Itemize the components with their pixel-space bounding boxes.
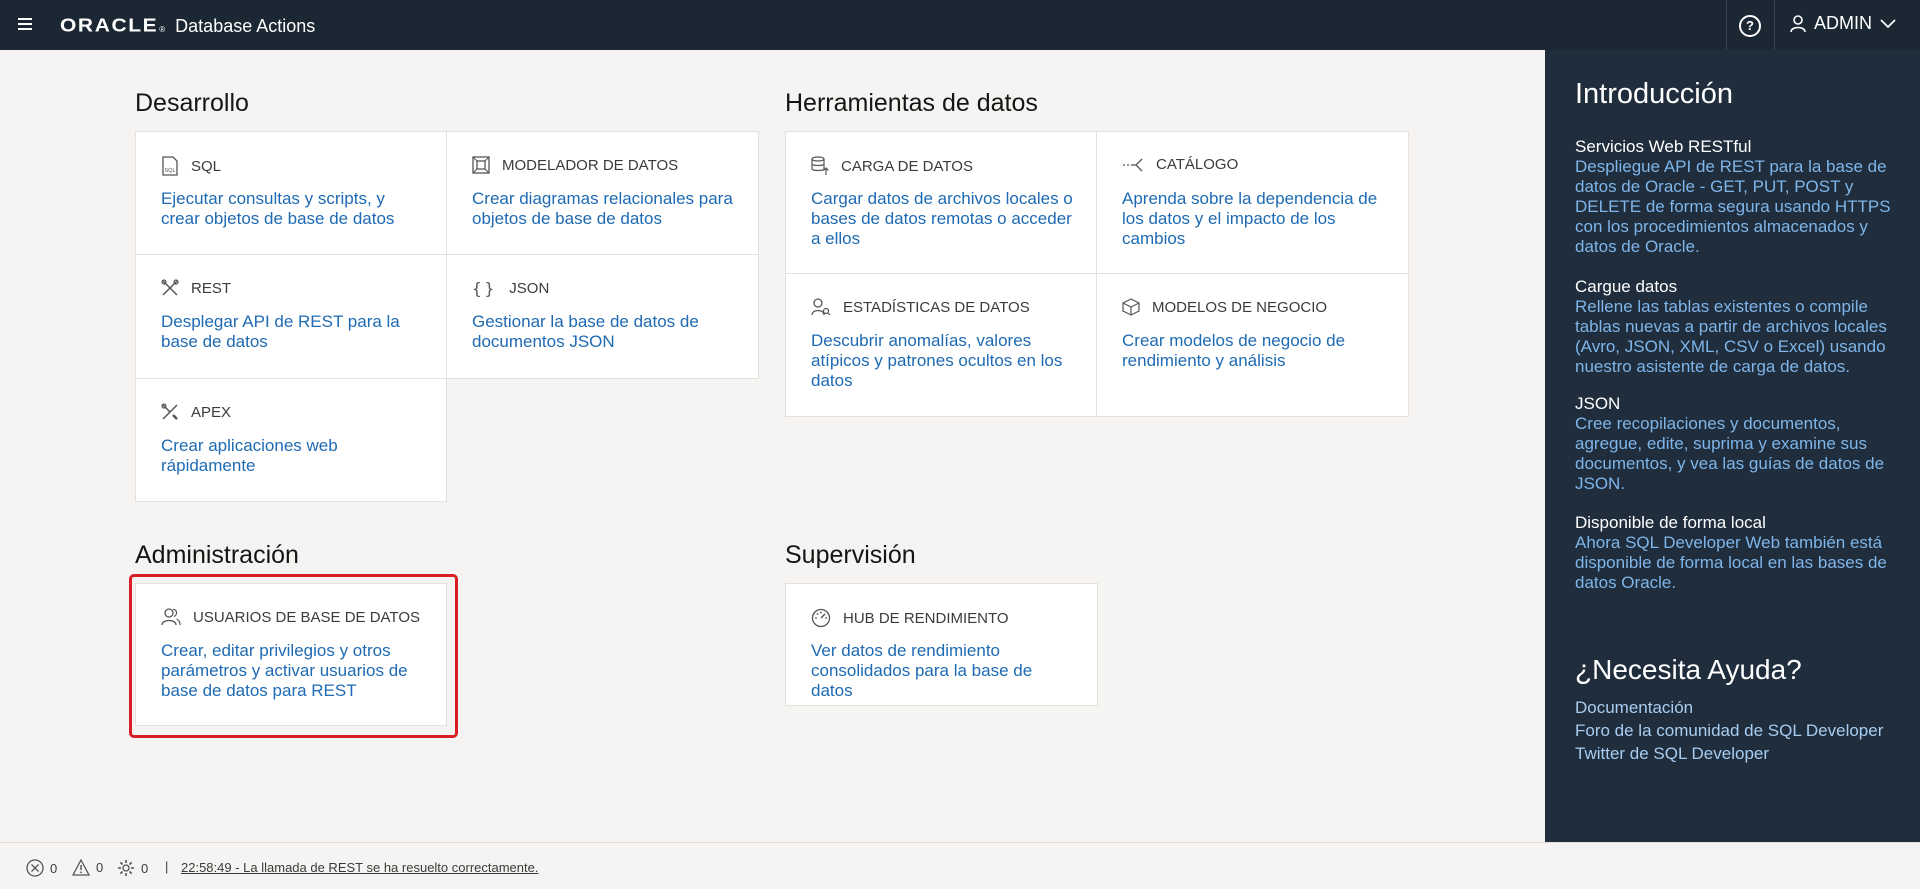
card-description[interactable]: Gestionar la base de datos de documentos… — [472, 312, 738, 352]
card-description[interactable]: Crear modelos de negocio de rendimiento … — [1122, 331, 1388, 371]
panel-item-desc: Ahora SQL Developer Web también está dis… — [1575, 533, 1887, 592]
error-circle-icon — [26, 859, 44, 877]
section-title-herramientas: Herramientas de datos — [785, 89, 1038, 117]
link-documentacion[interactable]: Documentación — [1575, 698, 1693, 718]
panel-item-desc: Rellene las tablas existentes o compile … — [1575, 297, 1887, 376]
data-modeler-icon — [472, 156, 490, 174]
card-label: SQL — [191, 157, 222, 175]
header-divider — [1774, 0, 1775, 50]
user-menu[interactable]: ADMIN — [1790, 13, 1896, 34]
settings-count: 0 — [141, 860, 149, 876]
catalog-icon — [1123, 158, 1143, 171]
card-description[interactable]: Ver datos de rendimiento consolidados pa… — [811, 641, 1077, 701]
svg-text:SQL: SQL — [165, 168, 176, 174]
errors-indicator[interactable]: 0 — [26, 859, 57, 877]
section-title-desarrollo: Desarrollo — [135, 89, 249, 117]
card-catalogo[interactable]: CATÁLOGO Aprenda sobre la dependencia de… — [1096, 131, 1409, 274]
panel-item-local: Disponible de forma local Ahora SQL Deve… — [1575, 513, 1905, 593]
header-divider — [1726, 0, 1727, 50]
panel-item-desc: Cree recopilaciones y documentos, agregu… — [1575, 414, 1885, 493]
gauge-icon — [811, 608, 831, 628]
link-twitter[interactable]: Twitter de SQL Developer — [1575, 744, 1769, 764]
card-hub-de-rendimiento[interactable]: HUB DE RENDIMIENTO Ver datos de rendimie… — [785, 583, 1098, 706]
data-insights-icon — [811, 298, 831, 316]
app-title: Database Actions — [175, 16, 316, 36]
card-description[interactable]: Crear diagramas relacionales para objeto… — [472, 189, 738, 229]
braces-icon: {} — [472, 279, 498, 298]
status-bar: 0 0 0 | 22:58:49 - La llamada de REST se… — [0, 842, 1920, 889]
panel-item-desc: Despliegue API de REST para la base de d… — [1575, 157, 1891, 256]
registered-mark: ® — [159, 25, 166, 34]
card-rest[interactable]: REST Desplegar API de REST para la base … — [135, 254, 447, 379]
card-description[interactable]: Aprenda sobre la dependencia de los dato… — [1122, 189, 1388, 249]
sql-file-icon: SQL — [162, 156, 178, 176]
user-name: ADMIN — [1814, 13, 1872, 33]
card-description[interactable]: Cargar datos de archivos locales o bases… — [811, 189, 1076, 249]
hamburger-menu-icon[interactable] — [18, 18, 32, 30]
card-carga-de-datos[interactable]: CARGA DE DATOS Cargar datos de archivos … — [785, 131, 1097, 274]
rest-tools-icon — [161, 279, 179, 296]
panel-item-title: Cargue datos — [1575, 277, 1678, 296]
card-description[interactable]: Crear aplicaciones web rápidamente — [161, 436, 426, 476]
card-label: MODELADOR DE DATOS — [502, 156, 679, 174]
panel-item-title: Servicios Web RESTful — [1575, 137, 1752, 156]
section-title-supervision: Supervisión — [785, 541, 916, 569]
errors-count: 0 — [50, 860, 58, 876]
card-estadisticas-de-datos[interactable]: ESTADÍSTICAS DE DATOS Descubrir anomalía… — [785, 273, 1097, 417]
card-label: CATÁLOGO — [1156, 156, 1239, 173]
card-description[interactable]: Ejecutar consultas y scripts, y crear ob… — [161, 189, 426, 229]
link-foro-comunidad[interactable]: Foro de la comunidad de SQL Developer — [1575, 721, 1883, 741]
panel-item-json: JSON Cree recopilaciones y documentos, a… — [1575, 394, 1905, 494]
intro-panel: Introducción Servicios Web RESTful Despl… — [1545, 50, 1920, 842]
status-message[interactable]: 22:58:49 - La llamada de REST se ha resu… — [181, 860, 538, 875]
card-label: REST — [191, 279, 232, 297]
status-separator: | — [165, 859, 169, 874]
panel-item-title: JSON — [1575, 394, 1621, 413]
panel-item-rest: Servicios Web RESTful Despliegue API de … — [1575, 137, 1905, 257]
card-apex[interactable]: APEX Crear aplicaciones web rápidamente — [135, 378, 447, 502]
section-title-administracion: Administración — [135, 541, 299, 569]
card-label: ESTADÍSTICAS DE DATOS — [843, 298, 1030, 316]
card-modelador-de-datos[interactable]: MODELADOR DE DATOS Crear diagramas relac… — [446, 131, 759, 255]
card-description[interactable]: Desplegar API de REST para la base de da… — [161, 312, 426, 352]
card-label: CARGA DE DATOS — [841, 157, 973, 175]
card-label: HUB DE RENDIMIENTO — [843, 609, 1009, 627]
card-description[interactable]: Crear, editar privilegios y otros paráme… — [161, 641, 426, 701]
help-title: ¿Necesita Ayuda? — [1575, 654, 1802, 685]
warning-triangle-icon — [72, 859, 90, 876]
gear-icon — [118, 860, 134, 876]
panel-item-carga: Cargue datos Rellene las tablas existent… — [1575, 277, 1905, 377]
card-sql[interactable]: SQL SQL Ejecutar consultas y scripts, y c… — [135, 131, 447, 255]
data-load-icon — [811, 156, 829, 175]
panel-title: Introducción — [1575, 78, 1733, 110]
card-description[interactable]: Descubrir anomalías, valores atípicos y … — [811, 331, 1076, 391]
oracle-logo: ORACLE — [60, 15, 159, 36]
user-icon — [1790, 14, 1806, 32]
card-label: JSON — [509, 280, 550, 297]
help-icon[interactable]: ? — [1739, 15, 1761, 37]
card-usuarios-de-base-de-datos[interactable]: USUARIOS DE BASE DE DATOS Crear, editar … — [135, 583, 447, 726]
card-label: MODELOS DE NEGOCIO — [1152, 298, 1328, 316]
apex-icon — [161, 403, 178, 420]
users-icon — [161, 608, 181, 626]
card-modelos-de-negocio[interactable]: MODELOS DE NEGOCIO Crear modelos de nego… — [1096, 273, 1409, 417]
card-label: USUARIOS DE BASE DE DATOS — [193, 608, 420, 626]
card-label: APEX — [191, 403, 232, 421]
chevron-down-icon — [1880, 18, 1896, 28]
panel-item-title: Disponible de forma local — [1575, 513, 1766, 532]
top-bar: ORACLE ® Database Actions ? ADMIN — [0, 0, 1920, 50]
brand[interactable]: ORACLE ® Database Actions — [60, 14, 315, 38]
card-json[interactable]: {} JSON Gestionar la base de datos de doc… — [446, 254, 759, 379]
settings-indicator[interactable]: 0 — [117, 859, 148, 877]
warnings-indicator[interactable]: 0 — [72, 859, 103, 876]
warnings-count: 0 — [96, 860, 104, 875]
cube-icon — [1122, 298, 1140, 316]
